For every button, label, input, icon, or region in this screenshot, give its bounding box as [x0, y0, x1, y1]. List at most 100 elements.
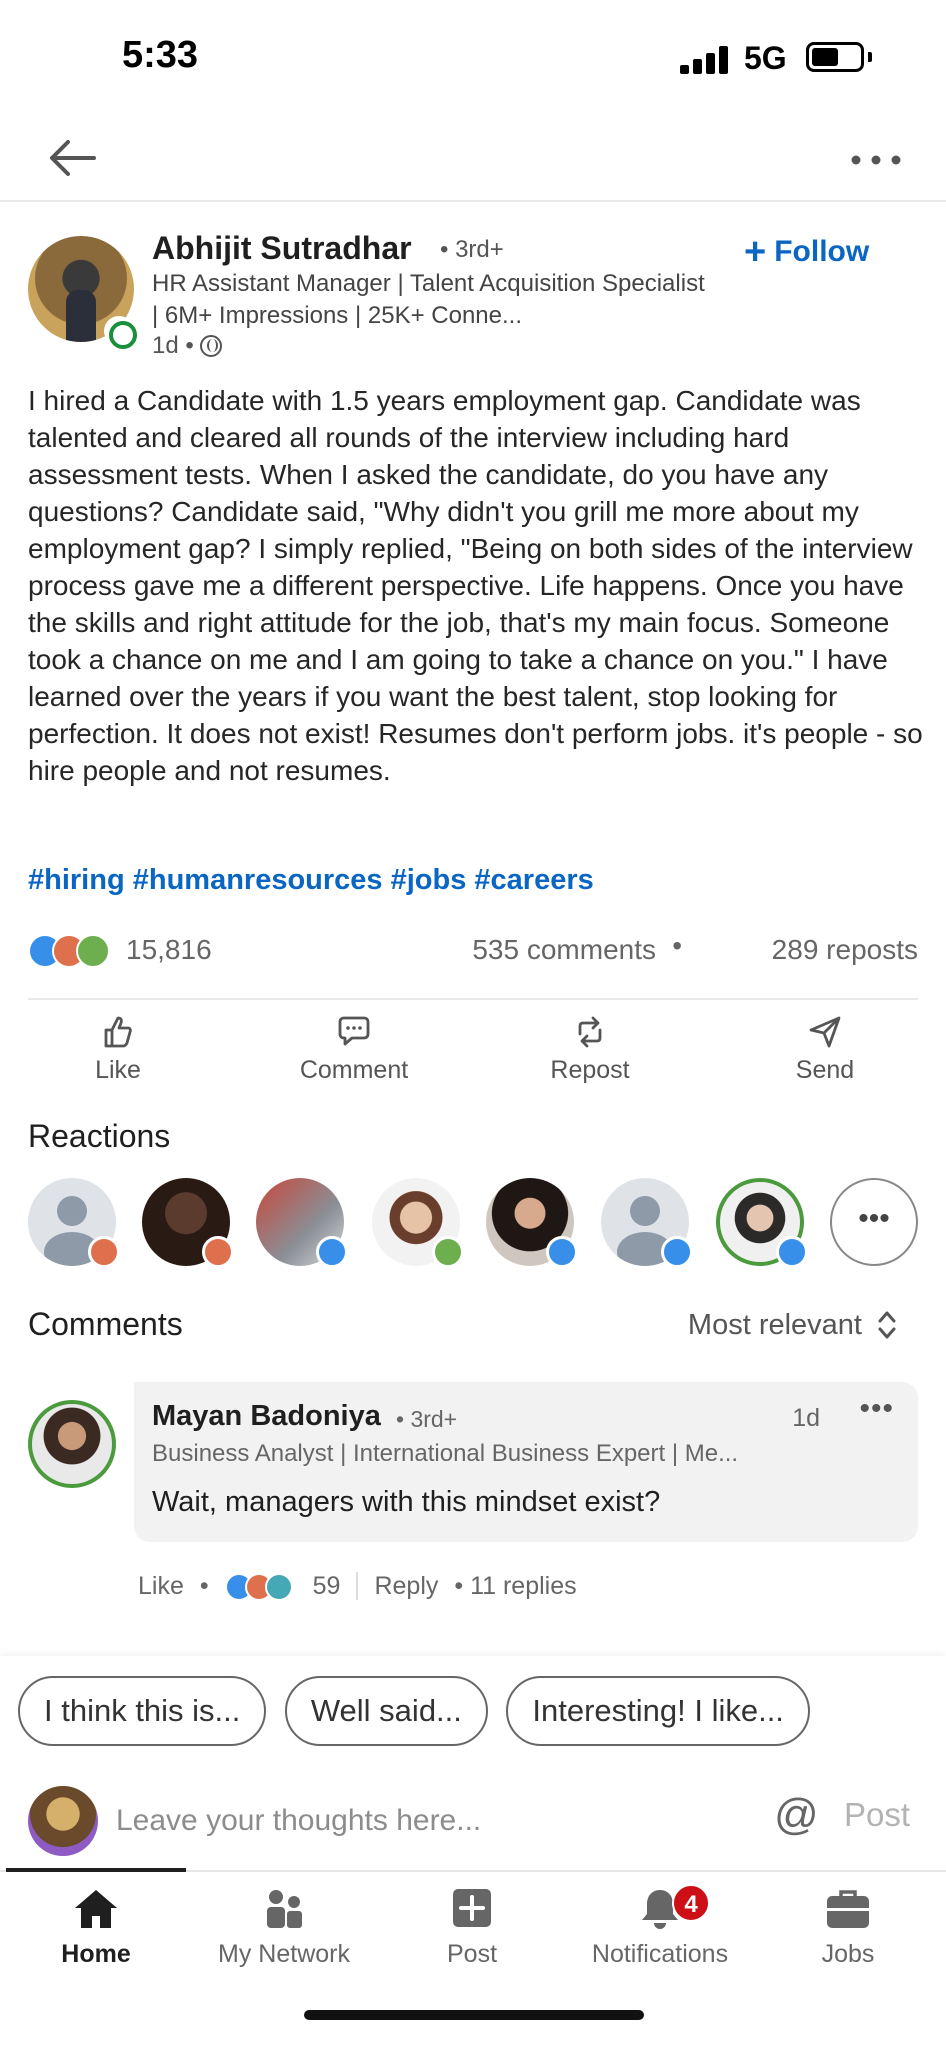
repost-count[interactable]: 289 reposts: [772, 934, 918, 966]
nav-post-label: Post: [446, 1940, 498, 1968]
notifications-badge: 4: [672, 1884, 710, 1922]
like-badge-icon: [316, 1236, 348, 1268]
comment-actions-dot: •: [199, 1571, 209, 1600]
plus-icon: +: [744, 231, 767, 273]
status-time: 5:33: [122, 34, 199, 76]
comments-header: Comments Most relevant: [28, 1306, 898, 1350]
repost-label: Repost: [550, 1056, 630, 1084]
comment-time: 1d: [792, 1404, 820, 1432]
count-separator: •: [672, 930, 682, 961]
post-body: I hired a Candidate with 1.5 years emplo…: [28, 385, 923, 786]
comment-actions: Like • 59 Reply • 11 replies: [138, 1568, 577, 1604]
reply-button[interactable]: Reply: [374, 1572, 438, 1601]
commenter-name[interactable]: Mayan Badoniya: [152, 1400, 381, 1433]
author-degree: • 3rd+: [440, 236, 504, 263]
globe-icon: [199, 335, 222, 357]
comment-like-button[interactable]: Like: [138, 1572, 184, 1601]
support-reaction-icon: [76, 934, 110, 968]
nav-my-network[interactable]: My Network: [194, 1886, 374, 1969]
nav-notifications-label: Notifications: [591, 1940, 729, 1968]
like-badge-icon: [776, 1236, 808, 1268]
briefcase-icon: [827, 1890, 869, 1928]
like-badge-icon: [546, 1236, 578, 1268]
follow-label: Follow: [774, 235, 870, 268]
author-name[interactable]: Abhijit Sutradhar: [152, 230, 412, 267]
reactor-avatar[interactable]: [716, 1178, 808, 1268]
like-button[interactable]: Like: [38, 1012, 198, 1085]
send-icon: [809, 1016, 841, 1048]
nav-home-label: Home: [61, 1940, 131, 1968]
more-options-icon[interactable]: [846, 140, 906, 180]
social-counts: 15,816 535 comments • 289 reposts: [28, 930, 918, 974]
post-time: 1d •: [152, 332, 194, 359]
comment-icon: [338, 1016, 370, 1046]
top-nav: [0, 110, 946, 202]
comment-count[interactable]: 535 comments: [472, 934, 656, 966]
nav-jobs-label: Jobs: [821, 1940, 875, 1968]
comment-reaction-count[interactable]: 59: [313, 1572, 341, 1601]
comment-button[interactable]: Comment: [274, 1012, 434, 1085]
comments-title: Comments: [28, 1306, 183, 1342]
nav-post[interactable]: Post: [382, 1886, 562, 1969]
sort-label: Most relevant: [687, 1308, 862, 1341]
send-label: Send: [795, 1056, 855, 1084]
comment-label: Comment: [299, 1056, 409, 1084]
reactor-avatar[interactable]: [486, 1178, 578, 1268]
nav-network-label: My Network: [218, 1940, 350, 1968]
online-status-icon: [104, 316, 137, 349]
nav-jobs[interactable]: Jobs: [758, 1886, 938, 1969]
suggestion-chips: I think this is... Well said... Interest…: [18, 1676, 946, 1748]
network-label: 5G: [744, 40, 787, 76]
reactor-avatar[interactable]: [28, 1178, 120, 1268]
reactor-avatar[interactable]: [601, 1178, 693, 1268]
commenter-degree: • 3rd+: [396, 1406, 458, 1432]
home-icon: [75, 1890, 117, 1928]
comment-bubble: Mayan Badoniya • 3rd+ 1d ••• Business An…: [134, 1382, 918, 1542]
nav-notifications[interactable]: 4 Notifications: [570, 1884, 750, 1969]
reactor-avatar[interactable]: [372, 1178, 464, 1268]
love-badge-icon: [88, 1236, 120, 1268]
send-button[interactable]: Send: [745, 1012, 905, 1085]
follow-button[interactable]: + Follow: [744, 230, 869, 274]
commenter-avatar[interactable]: [28, 1400, 116, 1488]
plus-box-icon: [453, 1889, 491, 1927]
battery-tip: [868, 52, 872, 62]
thumbs-up-icon: [104, 1016, 132, 1048]
nav-home[interactable]: Home: [6, 1886, 186, 1969]
people-icon: [267, 1890, 302, 1928]
insightful-reaction-icon: [264, 1573, 293, 1601]
repost-button[interactable]: Repost: [510, 1012, 670, 1085]
reaction-icons[interactable]: [28, 934, 120, 970]
comment-input[interactable]: [116, 1798, 756, 1844]
repost-icon: [578, 1016, 602, 1048]
post-comment-button[interactable]: Post: [844, 1796, 910, 1834]
comment-reaction-icons[interactable]: [224, 1571, 297, 1601]
action-bar: Like Comment Repost Send: [0, 1012, 946, 1100]
suggestion-chip[interactable]: Well said...: [284, 1676, 488, 1746]
author-headline: HR Assistant Manager | Talent Acquisitio…: [152, 270, 705, 329]
like-label: Like: [95, 1056, 141, 1084]
reaction-count[interactable]: 15,816: [126, 934, 212, 966]
home-indicator: [304, 2010, 644, 2020]
my-avatar: [28, 1786, 98, 1856]
like-badge-icon: [661, 1236, 693, 1268]
bottom-nav: Home My Network Post 4 Notifications Job…: [0, 1868, 946, 2048]
suggestion-chip[interactable]: Interesting! I like...: [506, 1676, 810, 1746]
more-reactions-button[interactable]: •••: [830, 1178, 918, 1266]
comment-more-icon[interactable]: •••: [859, 1392, 894, 1426]
post-meta: 1d •: [152, 332, 222, 360]
comment-composer: @ Post: [0, 1776, 946, 1876]
mention-icon[interactable]: @: [774, 1790, 819, 1840]
back-arrow-icon[interactable]: [44, 130, 100, 186]
action-divider: [356, 1572, 359, 1600]
sort-dropdown[interactable]: Most relevant: [688, 1308, 898, 1342]
suggestion-chip[interactable]: I think this is...: [18, 1676, 267, 1746]
reactors-row: •••: [28, 1178, 928, 1270]
status-bar: 5:33 5G: [0, 0, 946, 110]
reactor-avatar[interactable]: [142, 1178, 234, 1268]
active-tab-indicator: [6, 1868, 186, 1872]
reactor-avatar[interactable]: [256, 1178, 348, 1268]
replies-link[interactable]: • 11 replies: [454, 1572, 576, 1601]
hashtags[interactable]: #hiring #humanresources #jobs #careers: [28, 864, 594, 897]
divider: [28, 998, 918, 1000]
